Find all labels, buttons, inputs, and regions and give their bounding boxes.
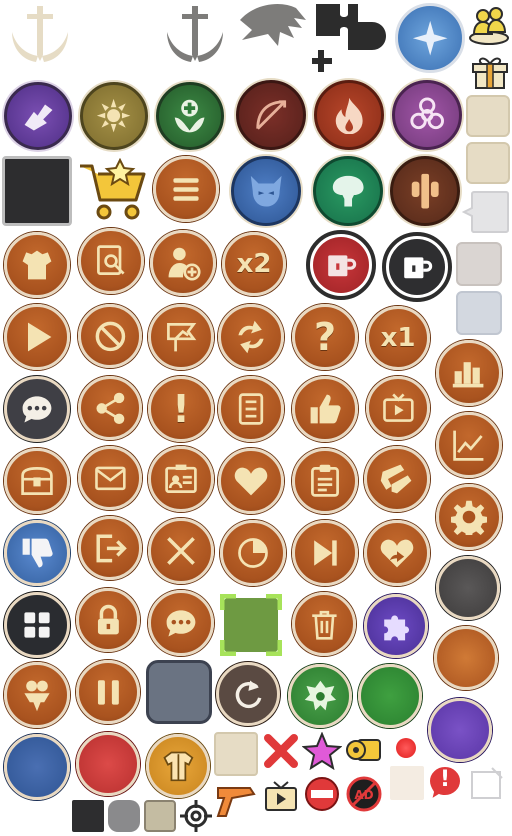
- demon-mask-icon[interactable]: [231, 156, 301, 226]
- tv-icon[interactable]: [264, 780, 298, 814]
- sword-emblem-icon: [158, 2, 232, 74]
- tooltip-swatch: [461, 190, 510, 234]
- id-card-icon[interactable]: [148, 446, 214, 512]
- target-icon[interactable]: [180, 800, 212, 832]
- notice-button[interactable]: !: [148, 376, 214, 442]
- svg-text:AD: AD: [354, 788, 373, 802]
- close-x-icon[interactable]: [262, 732, 300, 770]
- panel-swatch: [456, 242, 502, 286]
- empty-frame: [468, 766, 504, 802]
- mug-icon[interactable]: [306, 230, 376, 300]
- players-icon[interactable]: [468, 2, 510, 46]
- armor-icon[interactable]: [4, 232, 70, 298]
- guild-crest-icon[interactable]: [288, 664, 352, 728]
- green-orb: [358, 664, 422, 728]
- gray-swatch: [108, 800, 140, 832]
- logout-icon[interactable]: [78, 516, 142, 580]
- hook-attack-icon[interactable]: [4, 82, 72, 150]
- alert-badge: !: [426, 764, 464, 803]
- jacket-icon[interactable]: [146, 734, 210, 798]
- skip-icon[interactable]: [292, 520, 358, 586]
- menu-icon[interactable]: [153, 156, 219, 222]
- help-button[interactable]: ?: [292, 304, 358, 370]
- add-user-icon[interactable]: [150, 230, 216, 296]
- star-crest-icon[interactable]: [395, 3, 465, 73]
- star-burst-icon: [301, 731, 343, 771]
- play-icon[interactable]: [4, 304, 70, 370]
- normal-speed-button[interactable]: x1: [366, 306, 430, 370]
- achievement-icon[interactable]: [148, 304, 214, 370]
- panel-swatch: [456, 291, 502, 335]
- tan-swatch: [144, 800, 176, 832]
- red-orb: [76, 732, 140, 796]
- dislike-icon[interactable]: [4, 520, 70, 586]
- stats-icon[interactable]: [436, 412, 502, 478]
- pistol-icon[interactable]: [214, 778, 258, 820]
- no-entry-icon[interactable]: [304, 776, 340, 812]
- heart-icon[interactable]: [218, 448, 284, 514]
- block-icon[interactable]: [78, 304, 142, 368]
- alert-icon: !: [439, 767, 451, 792]
- refresh-arrows-icon[interactable]: [218, 304, 284, 370]
- quest-list-icon[interactable]: [218, 376, 284, 442]
- like-icon[interactable]: [292, 376, 358, 442]
- totem-icon[interactable]: [390, 156, 460, 226]
- panel-swatch: [466, 95, 510, 137]
- battle-icon[interactable]: [148, 518, 214, 584]
- tree-icon[interactable]: [313, 156, 383, 226]
- settings-icon[interactable]: [436, 484, 502, 550]
- panel-swatch: [466, 142, 510, 184]
- dark-tile: [2, 156, 72, 226]
- purple-orb: [428, 698, 492, 762]
- pause-icon[interactable]: [76, 660, 140, 724]
- fire-icon[interactable]: [314, 80, 384, 150]
- chat-bubble-icon[interactable]: [148, 590, 214, 656]
- panel-swatch: [390, 766, 424, 800]
- red-dot-icon: [396, 738, 416, 758]
- leaderboard-icon[interactable]: [436, 340, 502, 406]
- watch-ad-icon[interactable]: [366, 376, 430, 440]
- chest-icon[interactable]: [4, 448, 70, 514]
- orange-orb: [434, 626, 498, 690]
- share-icon[interactable]: [78, 376, 142, 440]
- blue-orb: [4, 734, 70, 800]
- clipboard-icon[interactable]: [292, 448, 358, 514]
- clan-icon[interactable]: [4, 662, 70, 728]
- sword-emblem-faded-icon: [4, 2, 76, 74]
- chat-icon[interactable]: [4, 376, 70, 442]
- grid-icon[interactable]: [4, 592, 70, 658]
- heal-icon[interactable]: [156, 82, 224, 150]
- lock-icon[interactable]: [76, 588, 140, 652]
- shop-cart-icon[interactable]: [76, 157, 148, 222]
- panel-swatch: [214, 732, 258, 776]
- selection-frame: [219, 593, 283, 657]
- slate-tile: [146, 660, 212, 724]
- dark-swatch: [72, 800, 104, 832]
- notice-icon: !: [172, 387, 190, 431]
- double-speed-button[interactable]: x2: [222, 232, 286, 296]
- weapons-icon[interactable]: [364, 446, 430, 512]
- gift-icon[interactable]: [470, 50, 510, 90]
- no-ads-icon[interactable]: AD: [346, 776, 382, 812]
- key-icon[interactable]: [344, 732, 384, 768]
- double-speed-label: x2: [236, 249, 272, 279]
- sun-emblem-icon[interactable]: [80, 82, 148, 150]
- puzzle-add-icon: [310, 0, 390, 76]
- pie-chart-icon[interactable]: [220, 520, 286, 586]
- heart-share-icon[interactable]: [364, 520, 430, 586]
- restart-icon[interactable]: [216, 662, 280, 726]
- dragon-silhouette-icon: [234, 0, 312, 76]
- mail-icon[interactable]: [78, 446, 142, 510]
- bow-icon[interactable]: [236, 80, 306, 150]
- dark-gray-orb: [436, 556, 500, 620]
- puzzle-icon[interactable]: [364, 594, 428, 658]
- help-icon: ?: [313, 315, 337, 359]
- search-profile-icon[interactable]: [78, 228, 144, 294]
- biohazard-icon[interactable]: [392, 80, 462, 150]
- trash-icon[interactable]: [292, 592, 356, 656]
- normal-speed-label: x1: [380, 323, 416, 353]
- mug-alt-icon[interactable]: [382, 232, 452, 302]
